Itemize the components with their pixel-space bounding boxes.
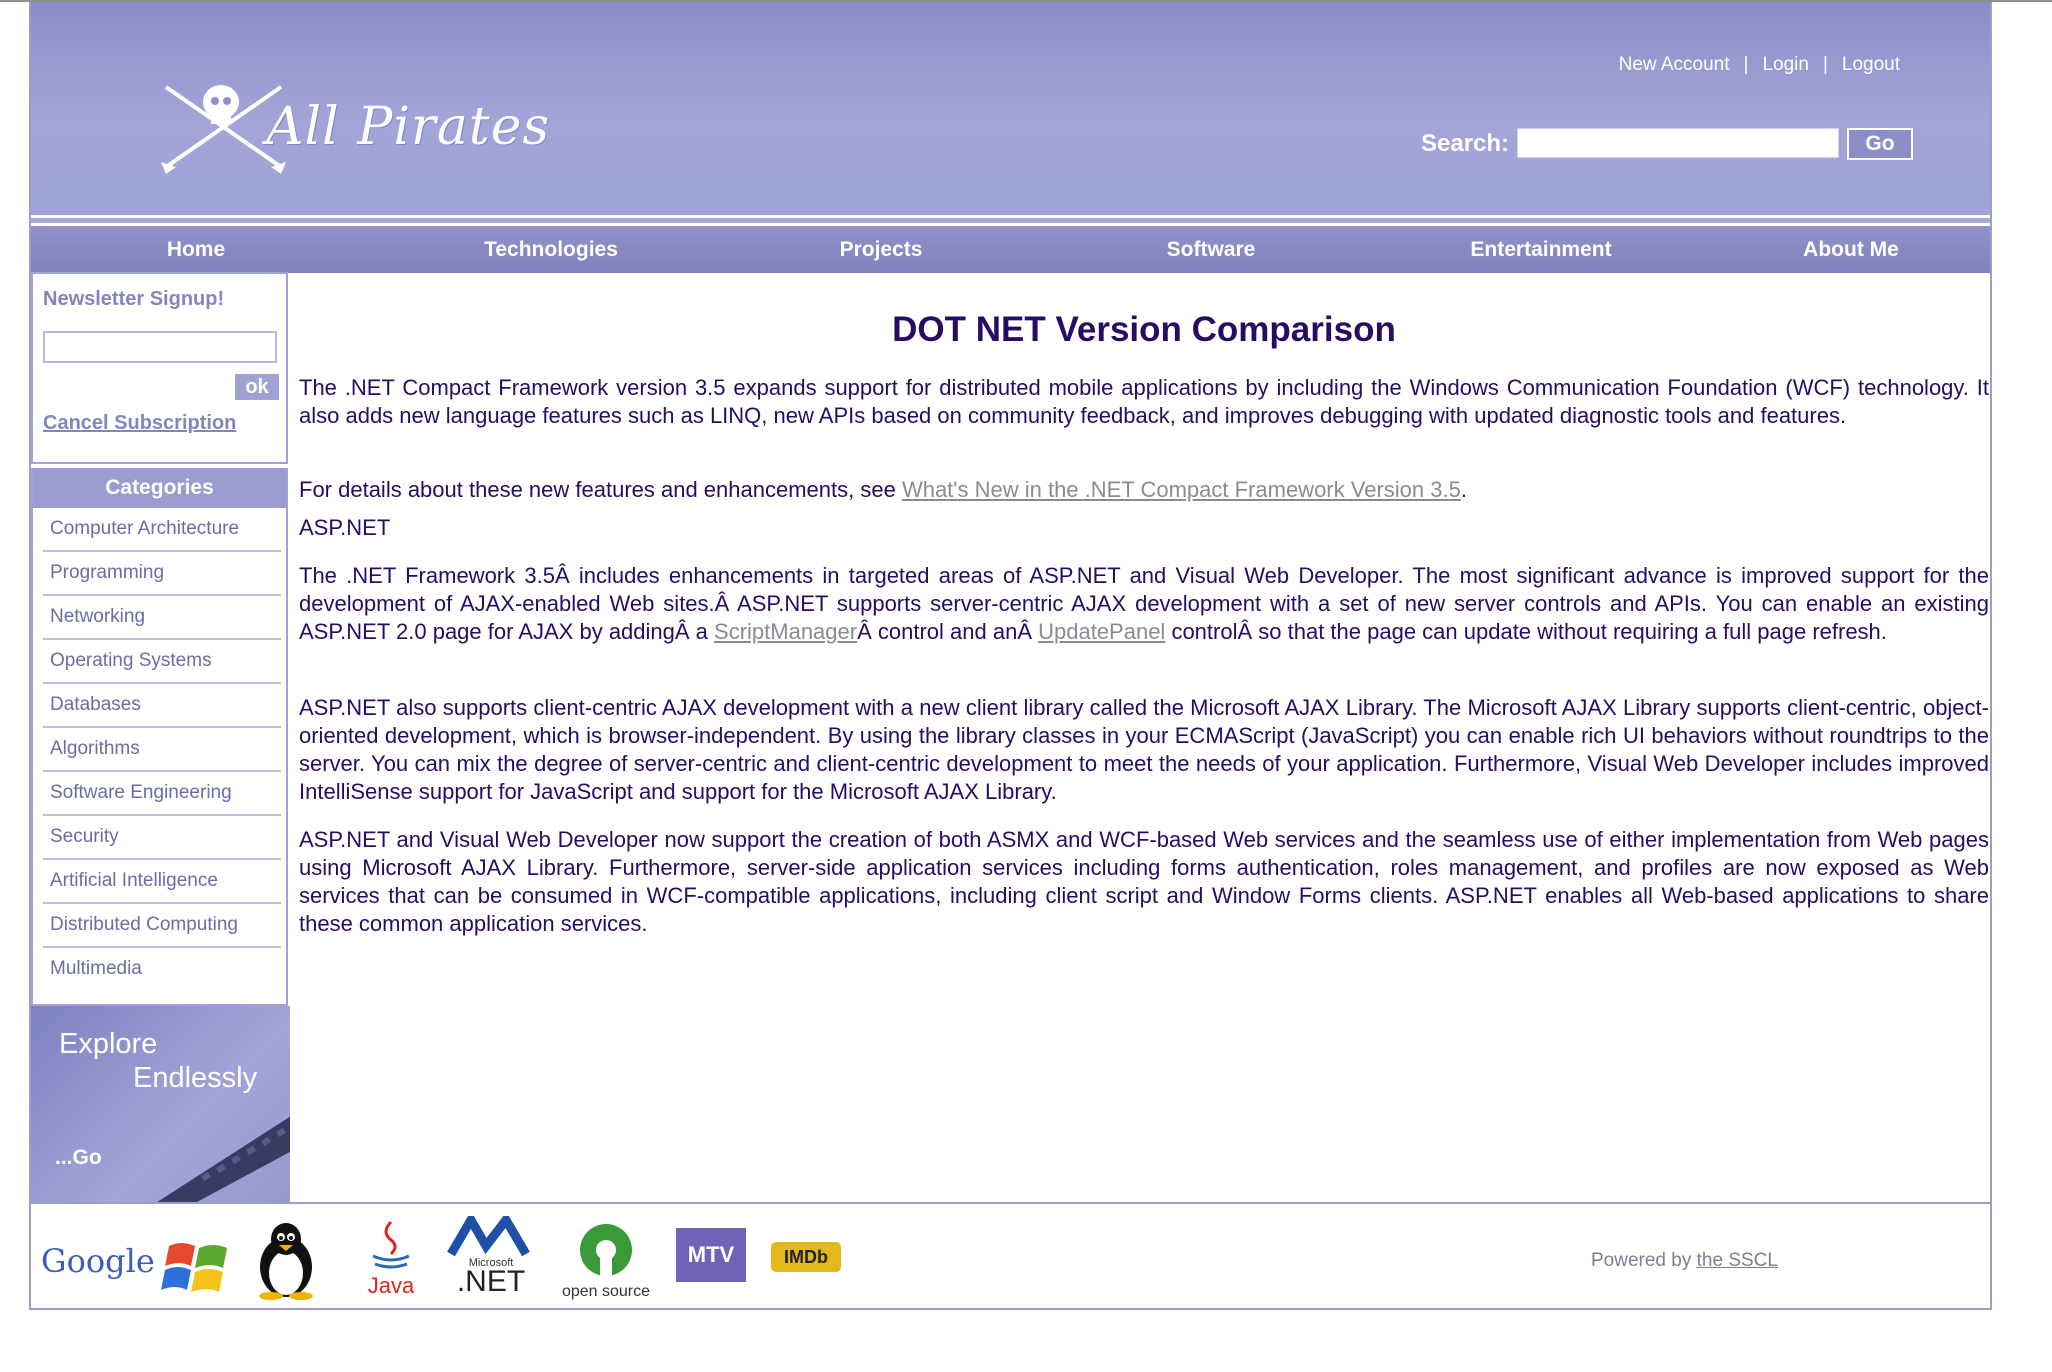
java-logo[interactable]: Java <box>361 1218 421 1304</box>
windows-logo-icon[interactable] <box>161 1226 233 1312</box>
heading-asp-net: ASP.NET <box>299 515 391 540</box>
search-label: Search: <box>1421 130 1510 157</box>
nav-home[interactable]: Home <box>96 226 296 273</box>
footer: Google Java Microsoft .NET open source M… <box>31 1204 1990 1308</box>
category-programming[interactable]: Programming <box>43 552 281 596</box>
category-security[interactable]: Security <box>43 816 281 860</box>
account-links: New Account | Login | Logout <box>1618 54 1900 75</box>
main-nav: Home Technologies Projects Software Ente… <box>31 226 1990 273</box>
paragraph-web-services: ASP.NET and Visual Web Developer now sup… <box>299 827 1989 936</box>
site-header: All Pirates New Account | Login | Logout Sea… <box>31 2 1990 215</box>
logout-link[interactable]: Logout <box>1842 54 1900 75</box>
nav-technologies[interactable]: Technologies <box>426 226 676 273</box>
imdb-text: IMDb <box>784 1247 828 1267</box>
explore-banner[interactable]: Explore Endlessly ...Go <box>31 1006 290 1206</box>
newsletter-title: Newsletter Signup! <box>43 288 225 310</box>
nav-about-me[interactable]: About Me <box>1731 226 1971 273</box>
google-logo-text: Google <box>41 1242 155 1280</box>
category-multimedia[interactable]: Multimedia <box>43 948 281 992</box>
newsletter-box: Newsletter Signup! ok Cancel Subscriptio… <box>31 272 288 464</box>
new-account-link[interactable]: New Account <box>1619 54 1730 75</box>
whats-new-link[interactable]: What's New in the .NET Compact Framework… <box>902 477 1461 502</box>
linux-tux-icon[interactable] <box>251 1216 321 1302</box>
explore-line2: Endlessly <box>133 1062 258 1094</box>
dotnet-text: .NET <box>456 1265 526 1298</box>
category-computer-architecture[interactable]: Computer Architecture <box>43 508 281 552</box>
category-operating-systems[interactable]: Operating Systems <box>43 640 281 684</box>
cancel-subscription-link[interactable]: Cancel Subscription <box>43 412 236 435</box>
mtv-logo[interactable]: MTV <box>676 1228 746 1282</box>
explore-go-link[interactable]: ...Go <box>55 1146 102 1170</box>
category-distributed-computing[interactable]: Distributed Computing <box>43 904 281 948</box>
paragraph-asp-enhancements: The .NET Framework 3.5Â includes enhance… <box>299 563 1989 644</box>
microsoft-dotnet-logo[interactable]: Microsoft .NET <box>441 1211 541 1302</box>
login-link[interactable]: Login <box>1762 54 1809 75</box>
paragraph-client-ajax: ASP.NET also supports client-centric AJA… <box>299 695 1989 804</box>
category-artificial-intelligence[interactable]: Artificial Intelligence <box>43 860 281 904</box>
category-software-engineering[interactable]: Software Engineering <box>43 772 281 816</box>
page-title: DOT NET Version Comparison <box>892 310 1396 349</box>
java-cup-icon <box>372 1220 410 1269</box>
newsletter-email-input[interactable] <box>43 331 277 363</box>
categories-box: Categories Computer Architecture Program… <box>31 468 288 1006</box>
google-logo[interactable]: Google <box>41 1242 155 1328</box>
nav-projects[interactable]: Projects <box>761 226 1001 273</box>
category-networking[interactable]: Networking <box>43 596 281 640</box>
page-frame: All Pirates New Account | Login | Logout Sea… <box>29 2 1992 1310</box>
open-source-logo[interactable]: open source <box>556 1220 656 1306</box>
nav-software[interactable]: Software <box>1091 226 1331 273</box>
nav-entertainment[interactable]: Entertainment <box>1401 226 1681 273</box>
paragraph-details: For details about these new features and… <box>299 477 1467 502</box>
open-source-text: open source <box>561 1283 651 1300</box>
logo-text[interactable]: All Pirates <box>266 97 550 157</box>
explore-line1: Explore <box>59 1028 158 1060</box>
open-source-keyhole-icon <box>580 1224 632 1278</box>
powered-by: Powered by the SSCL <box>1591 1250 1778 1271</box>
imdb-logo[interactable]: IMDb <box>771 1242 841 1272</box>
search-input[interactable] <box>1517 128 1839 158</box>
sscl-link[interactable]: the SSCL <box>1697 1250 1778 1271</box>
categories-title: Categories <box>33 468 286 508</box>
mtv-text: MTV <box>687 1242 735 1267</box>
newsletter-ok-button[interactable]: ok <box>235 374 279 400</box>
keyboard-icon <box>151 1116 290 1206</box>
category-databases[interactable]: Databases <box>43 684 281 728</box>
dotnet-wave-icon <box>447 1211 530 1257</box>
paragraph-intro: The .NET Compact Framework version 3.5 e… <box>299 375 1989 428</box>
updatepanel-link[interactable]: UpdatePanel <box>1038 619 1165 644</box>
scriptmanager-link[interactable]: ScriptManager <box>714 619 857 644</box>
category-algorithms[interactable]: Algorithms <box>43 728 281 772</box>
java-logo-text: Java <box>367 1273 415 1298</box>
search-go-button[interactable]: Go <box>1847 128 1913 160</box>
